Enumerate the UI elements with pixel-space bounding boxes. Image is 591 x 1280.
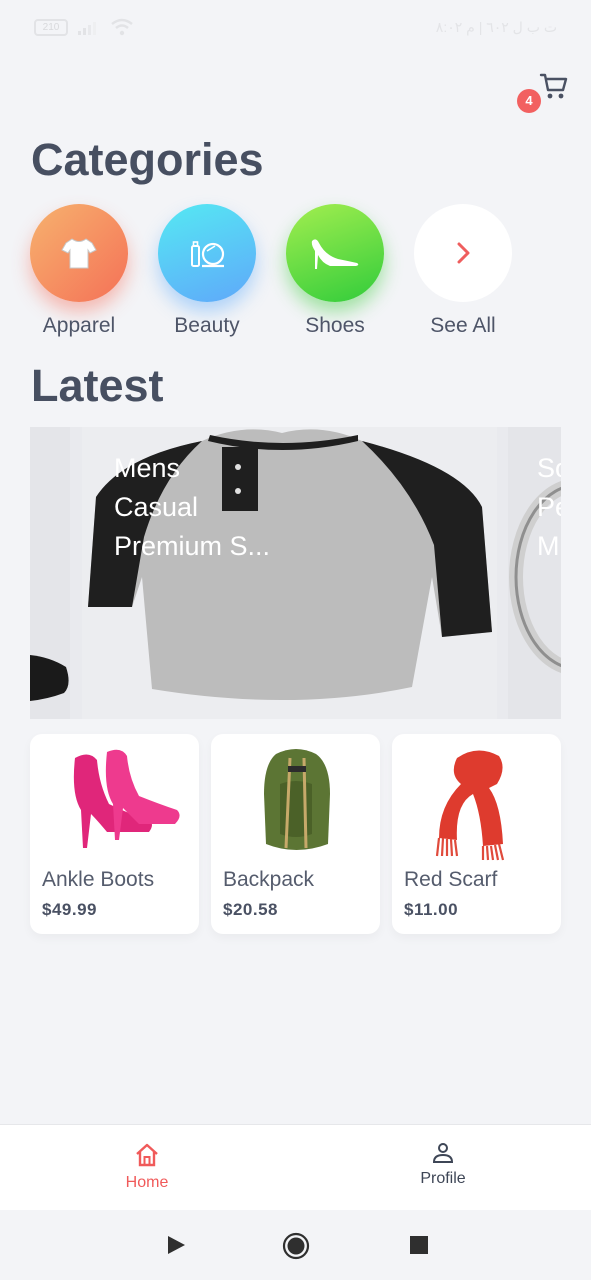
nav-profile-label: Profile (420, 1170, 466, 1187)
slide-title-line: Casual (114, 492, 199, 522)
slide-title-line: Mens (114, 453, 181, 483)
home-icon (136, 1143, 158, 1167)
status-bar: 210 ت ب ل ٦٠٢ | م ٨:٠٢ (0, 0, 591, 54)
category-beauty[interactable]: Beauty (158, 204, 256, 338)
product-card-ankle-boots[interactable]: Ankle Boots $49.99 (30, 734, 199, 934)
latest-carousel[interactable]: Mens Casual Premium S... So Pe M (30, 427, 561, 719)
battery-icon: 210 (34, 18, 68, 36)
category-shoes-circle[interactable] (286, 204, 384, 302)
ankle-boots-image (73, 749, 180, 848)
categories-row: Apparel Beauty Shoes See All (30, 204, 560, 344)
product-image (392, 744, 561, 864)
slide-title-line: So (537, 453, 561, 483)
status-left: 210 (34, 18, 134, 36)
category-see-all[interactable]: See All (414, 204, 512, 338)
carousel-slide-title: Mens Casual Premium S... (114, 449, 284, 566)
category-apparel-circle[interactable] (30, 204, 128, 302)
latest-heading: Latest (31, 360, 164, 411)
cart-icon[interactable] (538, 70, 570, 102)
product-name: Backpack (223, 868, 315, 891)
carousel-next-title: So Pe M (537, 449, 561, 566)
slide-title-line: M (537, 531, 560, 561)
wifi-icon (111, 18, 133, 36)
person-icon (432, 1143, 454, 1163)
product-card-backpack[interactable]: Backpack $20.58 (211, 734, 380, 934)
signal-icon (78, 22, 96, 35)
carousel-slide-previous[interactable] (30, 427, 70, 719)
see-all-circle[interactable] (414, 204, 512, 302)
product-image (211, 744, 380, 864)
category-apparel[interactable]: Apparel (30, 204, 128, 338)
status-right-text: ت ب ل ٦٠٢ | م ٨:٠٢ (435, 18, 557, 35)
bottom-nav: Home Profile (0, 1124, 591, 1210)
product-price: $11.00 (404, 900, 459, 919)
nav-home[interactable]: Home (87, 1142, 207, 1192)
shoe-image (30, 655, 69, 701)
slide-title-line: Premium S... (114, 531, 271, 561)
slide-title-line: Pe (537, 492, 561, 522)
home-button-icon[interactable] (282, 1232, 310, 1260)
system-nav-bar (0, 1210, 591, 1280)
category-label: Shoes (305, 314, 365, 337)
recents-icon[interactable] (409, 1235, 429, 1255)
product-price: $49.99 (42, 900, 97, 919)
category-label: See All (430, 314, 496, 337)
tshirt-icon (61, 238, 97, 269)
product-name: Ankle Boots (42, 868, 155, 891)
category-label: Beauty (174, 314, 240, 337)
backpack-image (263, 749, 330, 850)
mirror-icon (191, 241, 225, 268)
nav-profile[interactable]: Profile (383, 1142, 503, 1188)
category-label: Apparel (42, 314, 116, 337)
product-card-red-scarf[interactable]: Red Scarf $11.00 (392, 734, 561, 934)
red-scarf-image (435, 750, 504, 861)
categories-heading: Categories (31, 134, 264, 185)
products-row: Ankle Boots $49.99 Backpack $20.58 Red S… (30, 734, 561, 934)
category-shoes[interactable]: Shoes (286, 204, 384, 338)
high-heel-icon (311, 239, 359, 269)
back-icon[interactable] (165, 1234, 187, 1256)
product-price: $20.58 (223, 900, 278, 919)
product-name: Red Scarf (404, 868, 498, 891)
cart-badge: 4 (517, 89, 541, 113)
category-beauty-circle[interactable] (158, 204, 256, 302)
chevron-right-icon (457, 242, 470, 264)
product-image (30, 744, 199, 864)
nav-home-label: Home (125, 1174, 169, 1191)
